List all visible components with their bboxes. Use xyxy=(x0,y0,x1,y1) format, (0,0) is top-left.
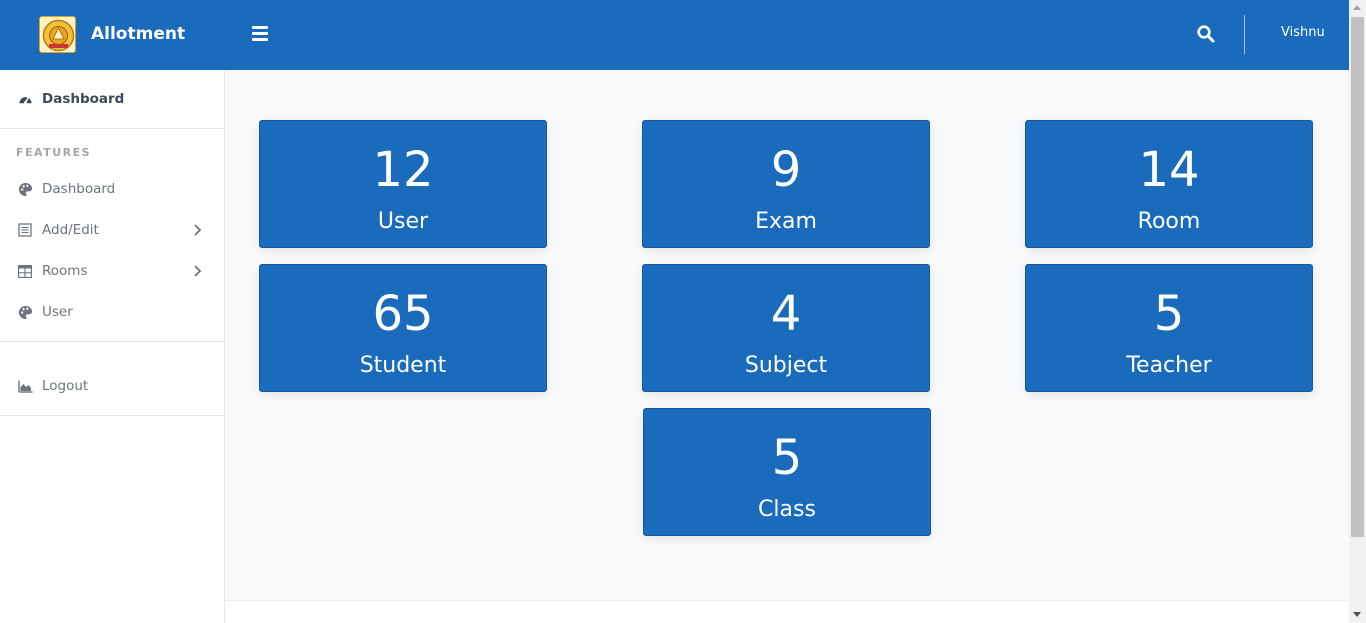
sidebar-item-label: Dashboard xyxy=(42,91,125,107)
sidebar-divider xyxy=(0,341,224,342)
stat-label: User xyxy=(377,209,429,234)
stat-card-class[interactable]: 5 Class xyxy=(643,408,931,536)
search-icon[interactable] xyxy=(1196,24,1216,44)
sidebar-item-dashboard[interactable]: Dashboard xyxy=(0,174,224,204)
scroll-thumb[interactable] xyxy=(1351,17,1364,537)
sidebar-item-logout[interactable]: Logout xyxy=(0,371,224,401)
stat-card-student[interactable]: 65 Student xyxy=(259,264,547,392)
sidebar-item-dashboard-top[interactable]: Dashboard xyxy=(0,84,224,114)
sidebar-item-add-edit[interactable]: Add/Edit xyxy=(0,215,224,245)
sidebar-item-label: Logout xyxy=(42,378,89,394)
chevron-right-icon xyxy=(192,264,204,278)
user-menu[interactable]: Vishnu xyxy=(1281,25,1325,40)
sidebar-item-label: Add/Edit xyxy=(42,222,99,238)
stat-card-teacher[interactable]: 5 Teacher xyxy=(1025,264,1313,392)
palette-icon xyxy=(17,304,33,320)
sidebar-item-user[interactable]: User xyxy=(0,297,224,327)
stat-label: Student xyxy=(359,353,447,378)
stat-value: 4 xyxy=(770,286,802,342)
sidebar-item-rooms[interactable]: Rooms xyxy=(0,256,224,286)
sidebar: Dashboard FEATURES Dashboard Add/Edit Ro… xyxy=(0,70,225,623)
hamburger-icon[interactable] xyxy=(252,26,268,42)
list-icon xyxy=(17,222,33,238)
stat-value: 65 xyxy=(372,286,434,342)
stat-value: 14 xyxy=(1138,142,1200,198)
sidebar-item-label: Dashboard xyxy=(42,181,116,197)
table-icon xyxy=(17,263,33,279)
area-chart-icon xyxy=(17,378,33,394)
sidebar-divider xyxy=(0,128,224,129)
stat-label: Room xyxy=(1137,209,1201,234)
top-navbar: Allotment Vishnu xyxy=(0,0,1349,70)
stat-value: 12 xyxy=(372,142,434,198)
stat-label: Exam xyxy=(755,209,817,234)
tachometer-icon xyxy=(17,91,33,107)
stat-card-subject[interactable]: 4 Subject xyxy=(642,264,930,392)
stat-value: 5 xyxy=(771,430,803,486)
brand-title[interactable]: Allotment xyxy=(91,24,185,44)
sidebar-item-label: User xyxy=(42,304,73,320)
page-footer xyxy=(225,600,1349,623)
stat-label: Class xyxy=(758,497,816,522)
navbar-divider xyxy=(1244,15,1245,54)
vertical-scrollbar[interactable] xyxy=(1349,0,1366,623)
sidebar-section-heading: FEATURES xyxy=(16,146,92,159)
palette-icon xyxy=(17,181,33,197)
sidebar-item-label: Rooms xyxy=(42,263,88,279)
stat-value: 5 xyxy=(1153,286,1185,342)
stat-label: Teacher xyxy=(1126,353,1212,378)
stat-card-room[interactable]: 14 Room xyxy=(1025,120,1313,248)
sidebar-divider xyxy=(0,415,224,416)
stat-value: 9 xyxy=(770,142,802,198)
stat-label: Subject xyxy=(744,353,828,378)
stat-card-exam[interactable]: 9 Exam xyxy=(642,120,930,248)
scroll-up-arrow-icon[interactable] xyxy=(1353,5,1361,10)
chevron-right-icon xyxy=(192,223,204,237)
stat-card-user[interactable]: 12 User xyxy=(259,120,547,248)
logo[interactable] xyxy=(39,16,76,53)
scroll-down-arrow-icon[interactable] xyxy=(1353,612,1361,617)
